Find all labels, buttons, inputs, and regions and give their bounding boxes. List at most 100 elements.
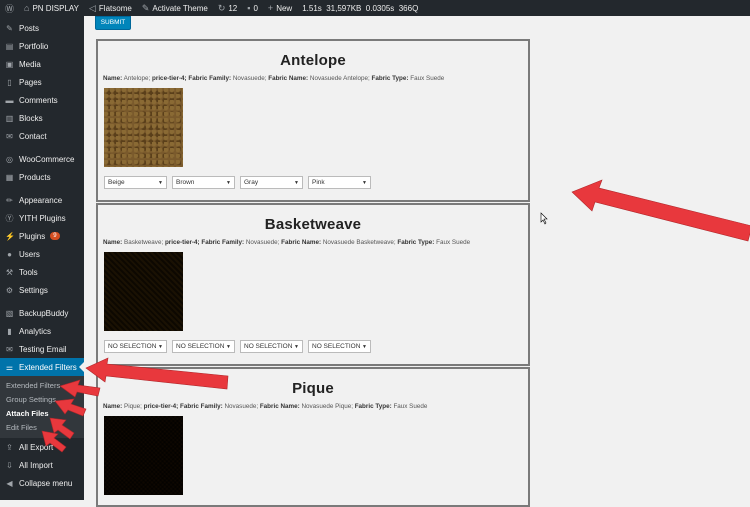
select-value: NO SELECTION — [244, 343, 293, 350]
sidebar-item-label: Settings — [19, 285, 48, 295]
meta-label-fabric-name: Fabric Name: — [281, 239, 322, 246]
sidebar-item-testing-email[interactable]: ✉ Testing Email — [0, 340, 84, 358]
sidebar-item-label: WooCommerce — [19, 154, 75, 164]
new-link[interactable]: + New — [263, 0, 297, 16]
sidebar-item-blocks[interactable]: ▥ Blocks — [0, 109, 84, 127]
updates-count: 12 — [228, 3, 238, 13]
site-name: PN DISPLAY — [32, 3, 79, 13]
collapse-icon: ◀ — [6, 478, 13, 488]
yith-icon: Ⓨ — [5, 213, 14, 223]
dropdown-caret-icon: ▼ — [226, 179, 231, 186]
sidebar-item-users[interactable]: ● Users — [0, 245, 84, 263]
meta-label-fabric-type: Fabric Type: — [354, 403, 392, 410]
sidebar-item-products[interactable]: ▦ Products — [0, 168, 84, 186]
theme-link[interactable]: ◁ Flatsome — [84, 0, 137, 16]
updates-link[interactable]: ↻ 12 — [213, 0, 242, 16]
sidebar-item-pages[interactable]: ▯ Pages — [0, 73, 84, 91]
meta-value-fabric-type: Faux Suede — [410, 75, 445, 82]
fabric-meta: Name: Basketweave; price-tier-4; Fabric … — [98, 239, 528, 246]
activate-theme-label: Activate Theme — [152, 3, 208, 13]
color-selects: Beige ▼ Brown ▼ Gray ▼ Pink ▼ — [104, 176, 528, 189]
meta-value-name: Antelope; — [123, 75, 151, 82]
sidebar-item-settings[interactable]: ⚙ Settings — [0, 281, 84, 299]
select-value: NO SELECTION — [176, 343, 225, 350]
meta-label-family: Fabric Family: — [180, 403, 223, 410]
meta-label-fabric-type: Fabric Type: — [397, 239, 435, 246]
admin-sidebar: ✎ Posts ▤ Portfolio ▣ Media ▯ Pages ▬ Comments ▥ Bl… — [0, 16, 84, 500]
fabric-meta: Name: Pique; price-tier-4; Fabric Family… — [98, 403, 528, 410]
dropdown-caret-icon: ▼ — [158, 179, 163, 186]
sidebar-item-extended-filters[interactable]: ⚌ Extended Filters — [0, 358, 84, 376]
fabric-title: Pique — [292, 380, 334, 397]
sidebar-item-tools[interactable]: ⚒ Tools — [0, 263, 84, 281]
sidebar-item-appearance[interactable]: ✏ Appearance — [0, 191, 84, 209]
meta-value-name: Pique; — [124, 403, 142, 410]
updates-icon: ↻ — [217, 2, 226, 13]
fabric-card-basketweave: Basketweave Name: Basketweave; price-tier… — [96, 203, 530, 366]
sidebar-item-label: Portfolio — [19, 41, 49, 51]
color-select[interactable]: Beige ▼ — [104, 176, 167, 189]
sidebar-item-label: YITH Plugins — [19, 213, 66, 223]
dropdown-caret-icon: ▼ — [362, 179, 367, 186]
color-select[interactable]: NO SELECTION ▼ — [240, 340, 303, 353]
dropdown-caret-icon: ▼ — [294, 343, 299, 350]
meta-label-fabric-name: Fabric Name: — [259, 403, 300, 410]
sidebar-item-portfolio[interactable]: ▤ Portfolio — [0, 37, 84, 55]
activate-theme-link[interactable]: ✎ Activate Theme — [137, 0, 213, 16]
fabric-card-antelope: Antelope Name: Antelope; price-tier-4; Fa… — [96, 39, 530, 202]
color-select[interactable]: Brown ▼ — [172, 176, 235, 189]
sidebar-item-label: Contact — [19, 131, 47, 141]
color-selects: NO SELECTION ▼ NO SELECTION ▼ NO SELECTION ▼ N… — [104, 340, 528, 353]
comments-count: 0 — [253, 3, 258, 13]
submenu-item-edit-files[interactable]: Edit Files — [0, 421, 84, 435]
select-value: Gray — [244, 179, 259, 186]
meta-value-fabric-name: Novasuede Basketweave; — [322, 239, 396, 246]
select-value: NO SELECTION — [312, 343, 361, 350]
submenu-item-group-settings[interactable]: Group Settings — [0, 393, 84, 407]
sidebar-item-backupbuddy[interactable]: ▧ BackupBuddy — [0, 304, 84, 322]
sidebar-item-yith-plugins[interactable]: Ⓨ YITH Plugins — [0, 209, 84, 227]
query-monitor[interactable]: 1.51s 31,597KB 0.0305s 366Q — [297, 0, 423, 16]
sidebar-item-plugins[interactable]: ⚡ Plugins 9 — [0, 227, 84, 245]
color-select[interactable]: NO SELECTION ▼ — [308, 340, 371, 353]
sidebar-item-collapse-menu[interactable]: ◀ Collapse menu — [0, 474, 84, 492]
meta-value-family: Novasuede; — [232, 75, 267, 82]
blocks-icon: ▥ — [5, 113, 14, 123]
sidebar-item-label: Posts — [19, 23, 40, 33]
admin-bar: Ⓦ ⌂ PN DISPLAY ◁ Flatsome ✎ Activate Theme … — [0, 0, 750, 16]
pin-icon: ✎ — [6, 23, 13, 33]
meta-value-family: Novasuede; — [245, 239, 280, 246]
fabric-swatch-image — [104, 416, 183, 495]
select-value: NO SELECTION — [108, 343, 157, 350]
import-icon: ⇩ — [6, 460, 13, 470]
analytics-icon: ▮ — [7, 326, 12, 336]
sidebar-item-label: Plugins — [19, 231, 46, 241]
sidebar-item-woocommerce[interactable]: ◎ WooCommerce — [0, 150, 84, 168]
sidebar-item-comments[interactable]: ▬ Comments — [0, 91, 84, 109]
submit-button[interactable]: SUBMIT — [95, 16, 131, 30]
sidebar-item-label: Collapse menu — [19, 478, 73, 488]
update-badge: 9 — [50, 232, 60, 240]
sidebar-item-label: Extended Filters — [19, 362, 77, 372]
site-name-link[interactable]: ⌂ PN DISPLAY — [19, 0, 84, 16]
color-select[interactable]: Gray ▼ — [240, 176, 303, 189]
sidebar-item-contact[interactable]: ✉ Contact — [0, 127, 84, 145]
wp-logo[interactable]: Ⓦ — [0, 0, 19, 16]
sidebar-item-label: Users — [19, 249, 40, 259]
sidebar-item-all-import[interactable]: ⇩ All Import — [0, 456, 84, 474]
wordpress-icon: Ⓦ — [5, 3, 15, 14]
flatsome-icon: ◁ — [89, 2, 96, 13]
submenu-item-attach-files[interactable]: Attach Files — [0, 407, 84, 421]
color-select[interactable]: NO SELECTION ▼ — [172, 340, 235, 353]
sidebar-item-all-export[interactable]: ⇪ All Export — [0, 438, 84, 456]
fabric-title: Basketweave — [264, 216, 362, 233]
dropdown-caret-icon: ▼ — [158, 343, 163, 350]
sidebar-item-posts[interactable]: ✎ Posts — [0, 19, 84, 37]
color-select[interactable]: Pink ▼ — [308, 176, 371, 189]
color-select[interactable]: NO SELECTION ▼ — [104, 340, 167, 353]
sidebar-item-analytics[interactable]: ▮ Analytics — [0, 322, 84, 340]
email-icon: ✉ — [6, 344, 13, 354]
submenu-item-extended-filters[interactable]: Extended Filters — [0, 379, 84, 393]
comments-link[interactable]: ▪ 0 — [242, 0, 263, 16]
sidebar-item-media[interactable]: ▣ Media — [0, 55, 84, 73]
